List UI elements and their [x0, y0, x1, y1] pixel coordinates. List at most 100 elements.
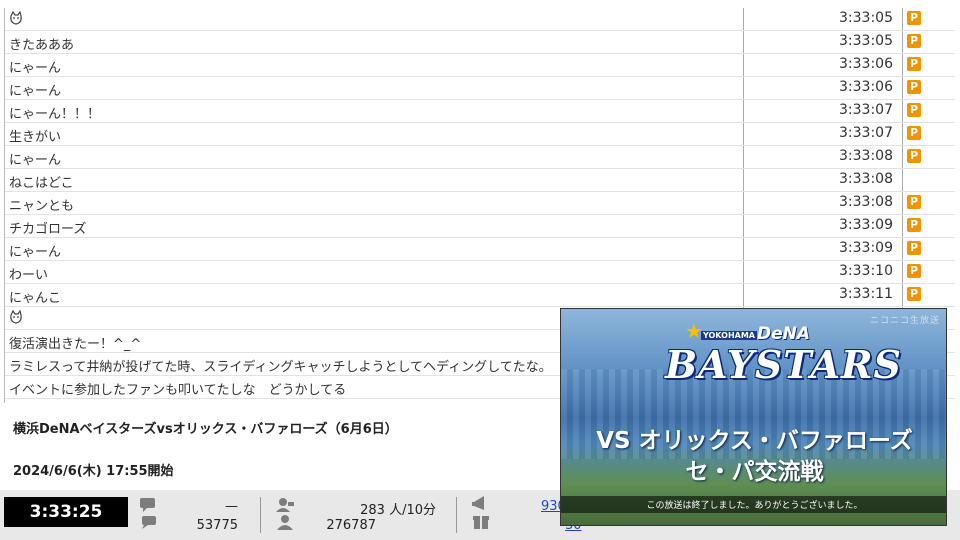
column-divider: [902, 123, 903, 145]
comment-row[interactable]: にゃーん 3:33:06 P: [5, 77, 955, 100]
column-divider: [902, 261, 903, 283]
premium-badge-icon: P: [907, 264, 921, 278]
comment-body: にゃーん: [9, 245, 62, 260]
comment-total: 53775: [196, 518, 238, 533]
comment-row[interactable]: 生きがい 3:33:07 P: [5, 123, 955, 146]
column-divider: [743, 261, 744, 283]
premium-badge-icon: P: [907, 287, 921, 301]
column-divider: [743, 8, 744, 30]
comment-count-icon: [140, 498, 156, 529]
viewer-total: 276787: [326, 518, 376, 533]
comment-time: 3:33:05: [839, 33, 893, 49]
comment-row[interactable]: にゃーん！！！ 3:33:07 P: [5, 100, 955, 123]
comment-row[interactable]: ニャンとも 3:33:08 P: [5, 192, 955, 215]
comment-row[interactable]: チカゴローズ 3:33:09 P: [5, 215, 955, 238]
comment-body: にゃーん: [9, 61, 62, 76]
logo-dena-text: DeNA: [757, 324, 811, 344]
comment-time: 3:33:08: [839, 171, 893, 187]
column-divider: [743, 146, 744, 168]
viewer-count-icon: [276, 498, 294, 530]
comment-text: にゃんこ: [9, 287, 739, 306]
column-divider: [743, 238, 744, 260]
comment-text: わーい: [9, 264, 739, 283]
comment-time: 3:33:06: [839, 79, 893, 95]
comment-body: にゃーん: [9, 153, 62, 168]
column-divider: [902, 284, 903, 306]
comment-row[interactable]: わーい 3:33:10 P: [5, 261, 955, 284]
comment-body: イベントに参加したファンも叩いてたしな どうかしてる: [9, 383, 347, 398]
premium-badge-icon: P: [907, 218, 921, 232]
comment-row[interactable]: ねこはどこ 3:33:08: [5, 169, 955, 192]
column-divider: [902, 192, 903, 214]
comment-text: にゃーん: [9, 149, 739, 168]
status-divider: [260, 497, 261, 533]
comment-time: 3:33:10: [839, 263, 893, 279]
comment-text: きたあああ: [9, 34, 739, 53]
comment-text: [9, 11, 739, 29]
niconico-watermark: ニコニコ生放送: [869, 316, 940, 326]
column-divider: [743, 284, 744, 306]
comment-text: にゃーん！！！: [9, 103, 739, 122]
comment-body: ニャンとも: [9, 199, 75, 214]
video-player[interactable]: ニコニコ生放送 ★ YOKOHAMA DeNA BAYSTARS VS オリック…: [560, 308, 947, 526]
premium-badge-icon: P: [907, 34, 921, 48]
premium-badge-icon: P: [907, 241, 921, 255]
comment-row[interactable]: きたあああ 3:33:05 P: [5, 31, 955, 54]
comment-rate: —: [225, 499, 238, 514]
comment-body: ラミレスって井納が投げてた時、スライディングキャッチしようとしてヘディングしてた…: [9, 360, 552, 375]
column-divider: [902, 238, 903, 260]
column-divider: [743, 123, 744, 145]
comment-time: 3:33:07: [839, 125, 893, 141]
comment-row[interactable]: にゃーん 3:33:06 P: [5, 54, 955, 77]
premium-badge-icon: P: [907, 57, 921, 71]
comment-body: わーい: [9, 268, 49, 283]
comment-time: 3:33:11: [839, 286, 893, 302]
comment-time: 3:33:09: [839, 240, 893, 256]
premium-badge-icon: P: [907, 103, 921, 117]
comment-body: にゃーん！！！: [9, 107, 101, 122]
premium-badge-icon: P: [907, 195, 921, 209]
comment-text: にゃーん: [9, 57, 739, 76]
premium-badge-icon: P: [907, 149, 921, 163]
premium-badge-icon: P: [907, 126, 921, 140]
column-divider: [743, 100, 744, 122]
program-start-time: 2024/6/6(木) 17:55開始: [13, 464, 174, 479]
column-divider: [902, 169, 903, 191]
column-divider: [743, 54, 744, 76]
comment-row[interactable]: にゃーん 3:33:09 P: [5, 238, 955, 261]
cat-icon: [10, 11, 22, 25]
status-divider: [456, 497, 457, 533]
column-divider: [743, 192, 744, 214]
column-divider: [902, 100, 903, 122]
column-divider: [902, 146, 903, 168]
comment-row[interactable]: にゃんこ 3:33:11 P: [5, 284, 955, 307]
column-divider: [902, 54, 903, 76]
column-divider: [902, 77, 903, 99]
comment-time: 3:33:05: [839, 10, 893, 26]
comment-text: 生きがい: [9, 126, 739, 145]
ad-megaphone-icon: [472, 496, 489, 529]
playback-clock: 3:33:25: [4, 497, 128, 527]
comment-row[interactable]: 3:33:05 P: [5, 8, 955, 31]
comment-time: 3:33:07: [839, 102, 893, 118]
comment-time: 3:33:09: [839, 217, 893, 233]
viewer-rate: 283 人/10分: [360, 503, 436, 518]
column-divider: [743, 169, 744, 191]
comment-body: ねこはどこ: [9, 176, 74, 191]
comment-text: ニャンとも: [9, 195, 739, 214]
matchup-caption: VS オリックス・バファローズ: [596, 428, 913, 454]
column-divider: [902, 31, 903, 53]
broadcast-ended-message: この放送は終了しました。ありがとうございました。: [561, 496, 946, 513]
cat-icon: [10, 310, 22, 324]
comment-body: きたあああ: [9, 38, 75, 53]
comment-body: 復活演出きたー！^_^: [9, 337, 142, 352]
comment-row[interactable]: にゃーん 3:33:08 P: [5, 146, 955, 169]
comment-text: にゃーん: [9, 241, 739, 260]
comment-time: 3:33:06: [839, 56, 893, 72]
comment-time: 3:33:08: [839, 194, 893, 210]
column-divider: [743, 215, 744, 237]
league-caption: セ・パ交流戦: [685, 459, 824, 485]
comment-text: ねこはどこ: [9, 172, 739, 191]
premium-badge-icon: P: [907, 80, 921, 94]
logo-yokohama-text: YOKOHAMA: [701, 331, 757, 340]
